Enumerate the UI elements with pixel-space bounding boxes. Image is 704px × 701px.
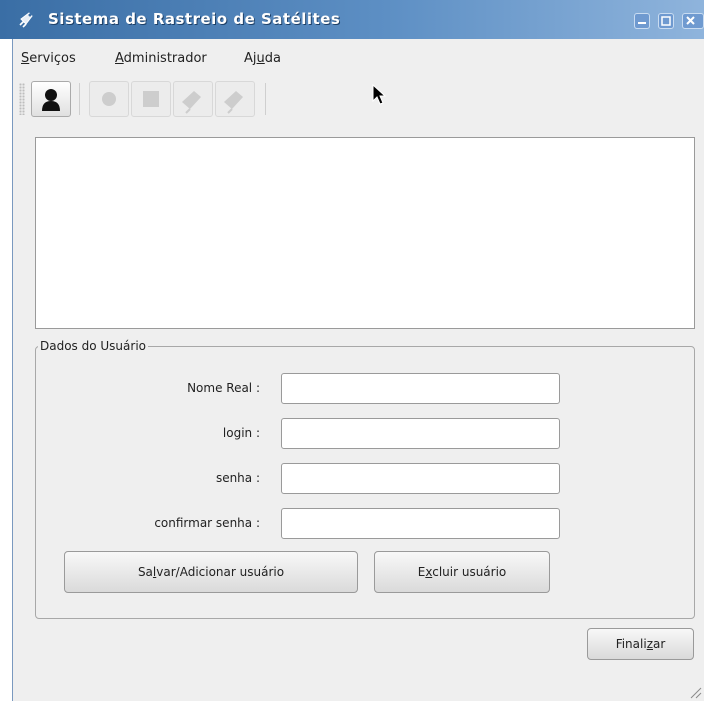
toolbar-satellite-button-2[interactable] [215,81,255,117]
password-label: senha : [215,471,260,485]
button-label-part: ar [653,637,666,651]
toolbar-grip-handle[interactable] [19,83,25,115]
menu-label-part: dministrador [123,51,207,66]
password-input[interactable] [281,463,560,494]
toolbar-separator [79,83,80,115]
button-label-part: var/Adicionar usuário [156,565,285,579]
login-input[interactable] [281,418,560,449]
toolbar-separator [265,83,266,115]
maximize-icon [661,16,671,26]
satellite-app-icon [18,10,36,28]
minimize-icon [638,22,646,24]
circle-record-icon [102,92,116,106]
login-label: login : [222,426,260,440]
toolbar-user-button[interactable] [31,81,71,117]
close-icon [686,16,695,25]
button-label-part: Sa [137,565,153,579]
menu-ajuda[interactable]: Ajuda [244,51,281,66]
real-name-input[interactable] [281,373,560,404]
confirm-password-label: confirmar senha : [154,516,260,530]
maximize-button[interactable] [658,13,674,29]
menu-label-part: Aj [244,51,257,66]
menu-mnemonic: A [115,51,124,66]
button-label-part: Finali [615,637,647,651]
user-data-group-title: Dados do Usuário [40,339,146,353]
title-bar[interactable]: Sistema de Rastreio de Satélites [0,0,704,39]
minimize-button[interactable] [634,13,650,29]
confirm-password-input[interactable] [281,508,560,539]
toolbar-satellite-button-1[interactable] [173,81,213,117]
main-window: Serviços Administrador Ajuda Dados do Us… [12,39,704,701]
menu-label-part: da [264,51,281,66]
resize-grip-icon[interactable] [688,685,702,699]
save-add-user-button[interactable]: Salvar/Adicionar usuário [64,551,358,593]
close-button[interactable] [682,13,704,29]
button-label-part: cluir usuário [432,565,507,579]
toolbar [13,77,704,121]
satellite-dish-icon [224,91,243,114]
user-icon [42,89,60,111]
satellite-dish-icon [182,91,201,114]
menu-label-part: erviços [29,51,76,66]
mouse-cursor-icon [372,84,387,105]
menu-mnemonic: u [256,51,265,66]
user-data-group: Dados do Usuário Nome Real : login : sen… [35,339,695,619]
menu-servicos[interactable]: Serviços [21,51,76,66]
real-name-label: Nome Real : [187,381,260,395]
finish-button[interactable]: Finalizar [587,628,694,660]
menu-administrador[interactable]: Administrador [115,51,207,66]
toolbar-start-button[interactable] [89,81,129,117]
delete-user-button[interactable]: Excluir usuário [374,551,550,593]
toolbar-stop-button[interactable] [131,81,171,117]
window-title: Sistema de Rastreio de Satélites [48,10,341,28]
menu-bar: Serviços Administrador Ajuda [13,39,704,66]
log-text-area[interactable] [35,137,695,329]
square-stop-icon [143,91,159,107]
